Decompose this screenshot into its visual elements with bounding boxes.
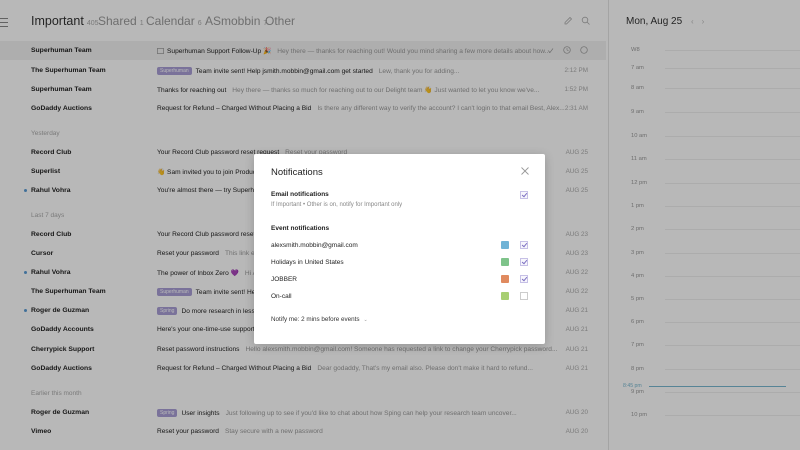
calendar-row-on-call: On-call xyxy=(271,291,531,303)
close-icon[interactable] xyxy=(520,166,530,176)
calendar-checkbox[interactable] xyxy=(520,258,528,266)
calendar-checkbox[interactable] xyxy=(520,275,528,283)
chevron-down-icon: ⌄ xyxy=(363,317,368,323)
event-notifications-heading: Event notifications xyxy=(271,225,330,232)
calendar-row-jobber: JOBBER xyxy=(271,274,531,286)
email-notifications-description: If Important • Other is on, notify for I… xyxy=(271,202,403,208)
notifications-dialog: Notifications Email notifications If Imp… xyxy=(254,154,545,344)
calendar-color-swatch[interactable] xyxy=(501,258,509,266)
notify-timing-dropdown[interactable]: Notify me: 2 mins before events ⌄ xyxy=(271,316,368,323)
email-notifications-checkbox[interactable] xyxy=(520,191,528,199)
calendar-name: JOBBER xyxy=(271,276,298,283)
calendar-name: Holidays in United States xyxy=(271,259,344,266)
calendar-color-swatch[interactable] xyxy=(501,241,509,249)
dialog-title: Notifications xyxy=(271,167,323,178)
calendar-name: On-call xyxy=(271,293,292,300)
calendar-checkbox[interactable] xyxy=(520,241,528,249)
calendar-checkbox[interactable] xyxy=(520,292,528,300)
calendar-name: alexsmith.mobbin@gmail.com xyxy=(271,242,358,249)
calendar-color-swatch[interactable] xyxy=(501,292,509,300)
calendar-row-alexsmith: alexsmith.mobbin@gmail.com xyxy=(271,240,531,252)
email-notifications-heading: Email notifications xyxy=(271,191,329,198)
notify-timing-label: Notify me: 2 mins before events xyxy=(271,316,360,323)
calendar-color-swatch[interactable] xyxy=(501,275,509,283)
calendar-row-holidays: Holidays in United States xyxy=(271,257,531,269)
